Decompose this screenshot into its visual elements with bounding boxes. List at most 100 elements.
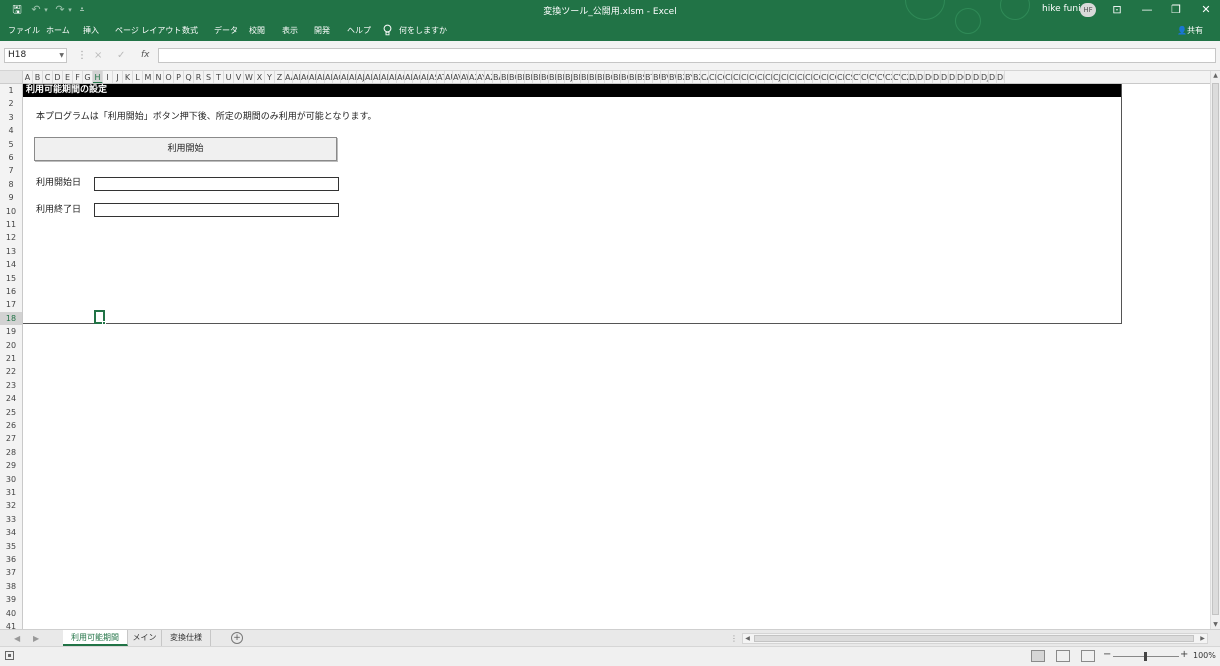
zoom-slider-thumb[interactable] [1144, 652, 1147, 661]
column-header[interactable]: BS [637, 71, 645, 83]
column-header[interactable]: CY [893, 71, 901, 83]
normal-view-icon[interactable] [1031, 650, 1045, 662]
tab-formulas[interactable]: 数式 [182, 24, 198, 38]
horizontal-scroll-thumb[interactable] [754, 635, 1194, 642]
column-header[interactable]: CC [717, 71, 725, 83]
sheet-tab-main[interactable]: メイン [128, 630, 162, 646]
column-header[interactable]: CF [741, 71, 749, 83]
lightbulb-icon[interactable] [383, 24, 392, 39]
row-header[interactable]: 8 [0, 178, 22, 191]
tab-help[interactable]: ヘルプ [347, 24, 371, 38]
column-header[interactable]: BF [533, 71, 541, 83]
row-header[interactable]: 17 [0, 298, 22, 311]
chevron-down-icon[interactable]: ▼ [59, 49, 64, 62]
enter-icon[interactable]: ✓ [117, 48, 125, 63]
column-header[interactable]: BP [613, 71, 621, 83]
column-header[interactable]: Z [275, 71, 285, 83]
column-header[interactable]: CZ [901, 71, 909, 83]
formula-input[interactable] [158, 48, 1216, 63]
minimize-icon[interactable]: — [1137, 2, 1157, 18]
column-header[interactable]: CG [749, 71, 757, 83]
name-box[interactable]: H18 ▼ [4, 48, 67, 63]
column-header[interactable]: CJ [773, 71, 781, 83]
add-sheet-icon[interactable]: + [231, 632, 243, 644]
column-header[interactable]: R [194, 71, 204, 83]
column-header[interactable]: AS [429, 71, 437, 83]
column-header[interactable]: L [133, 71, 143, 83]
column-header[interactable]: AG [333, 71, 341, 83]
column-header[interactable]: U [224, 71, 234, 83]
row-header[interactable]: 38 [0, 580, 22, 593]
row-header[interactable]: 9 [0, 191, 22, 204]
row-header[interactable]: 2 [0, 97, 22, 110]
column-header[interactable]: CW [877, 71, 885, 83]
user-name[interactable]: hike funi [1042, 4, 1081, 14]
column-header[interactable]: J [113, 71, 123, 83]
column-header[interactable]: BD [517, 71, 525, 83]
row-header[interactable]: 7 [0, 164, 22, 177]
column-header[interactable]: CL [789, 71, 797, 83]
row-header[interactable]: 32 [0, 499, 22, 512]
column-header[interactable]: BR [629, 71, 637, 83]
scroll-right-icon[interactable]: ▶ [1198, 634, 1207, 643]
column-header[interactable]: AE [317, 71, 325, 83]
column-header[interactable]: AM [381, 71, 389, 83]
column-header[interactable]: AX [469, 71, 477, 83]
sheet-tab-conversion-spec[interactable]: 変換仕様 [162, 630, 211, 646]
column-header[interactable]: AC [301, 71, 309, 83]
column-header[interactable]: DD [933, 71, 941, 83]
column-header[interactable]: BH [549, 71, 557, 83]
column-header[interactable]: G [83, 71, 93, 83]
column-header[interactable]: CT [853, 71, 861, 83]
column-header[interactable]: CQ [829, 71, 837, 83]
column-header[interactable]: T [214, 71, 224, 83]
column-header[interactable]: AI [349, 71, 357, 83]
column-header[interactable]: CU [861, 71, 869, 83]
row-header[interactable]: 18 [0, 311, 22, 326]
tab-home[interactable]: ホーム [46, 24, 70, 38]
scroll-down-icon[interactable]: ▼ [1211, 621, 1220, 628]
column-header[interactable]: K [123, 71, 133, 83]
column-header[interactable]: D [53, 71, 63, 83]
column-header[interactable]: BN [597, 71, 605, 83]
row-header[interactable]: 25 [0, 406, 22, 419]
column-header[interactable]: AW [461, 71, 469, 83]
column-header[interactable]: BG [541, 71, 549, 83]
column-header[interactable]: C [43, 71, 53, 83]
zoom-out-button[interactable]: − [1103, 649, 1111, 660]
column-header[interactable]: V [234, 71, 244, 83]
tab-split-handle[interactable]: ⋮ [730, 632, 738, 645]
column-header[interactable]: BK [573, 71, 581, 83]
column-header[interactable]: AR [421, 71, 429, 83]
row-header[interactable]: 41 [0, 620, 22, 629]
row-header[interactable]: 11 [0, 218, 22, 231]
row-header[interactable]: 39 [0, 593, 22, 606]
column-header[interactable]: CB [709, 71, 717, 83]
column-header[interactable]: CN [805, 71, 813, 83]
vertical-scroll-thumb[interactable] [1212, 83, 1219, 615]
column-header[interactable]: AP [405, 71, 413, 83]
column-header[interactable]: CP [821, 71, 829, 83]
vertical-scrollbar[interactable]: ▲ ▼ [1210, 71, 1220, 629]
tab-data[interactable]: データ [214, 24, 238, 38]
column-header[interactable]: BY [685, 71, 693, 83]
column-header[interactable]: DF [949, 71, 957, 83]
row-header[interactable]: 29 [0, 459, 22, 472]
tell-me-search[interactable]: 何をしますか [399, 24, 447, 38]
row-header[interactable]: 28 [0, 446, 22, 459]
column-header[interactable]: AN [389, 71, 397, 83]
avatar[interactable]: HF [1080, 3, 1096, 17]
cancel-icon[interactable]: × [94, 48, 102, 63]
column-header[interactable]: DH [965, 71, 973, 83]
column-header[interactable]: I [103, 71, 113, 83]
column-header[interactable]: AF [325, 71, 333, 83]
row-header[interactable]: 1 [0, 84, 22, 97]
start-usage-button[interactable]: 利用開始 [34, 137, 337, 161]
row-header[interactable]: 35 [0, 540, 22, 553]
column-header[interactable]: DL [997, 71, 1005, 83]
close-icon[interactable]: ✕ [1196, 2, 1216, 18]
column-header[interactable]: W [244, 71, 255, 83]
column-header[interactable]: DI [973, 71, 981, 83]
column-header[interactable]: BU [653, 71, 661, 83]
column-header[interactable]: BE [525, 71, 533, 83]
